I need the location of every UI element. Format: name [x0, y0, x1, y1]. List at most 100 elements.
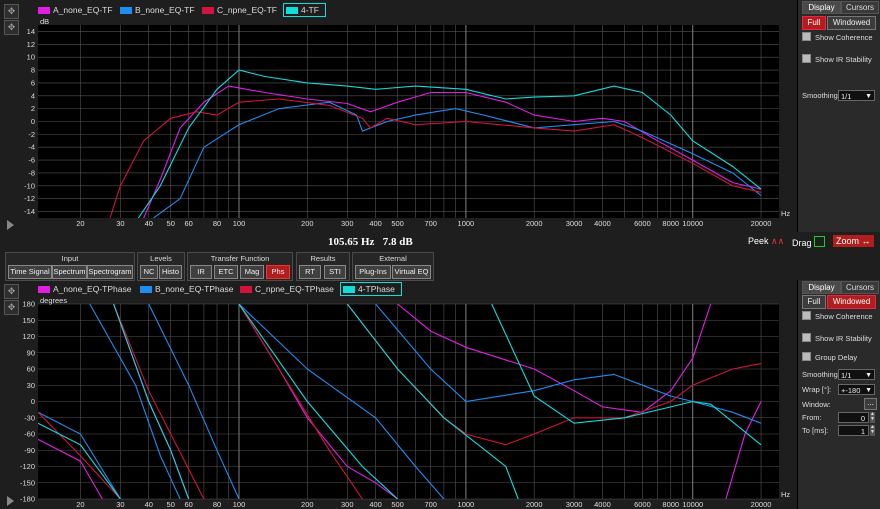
from-input[interactable]: 0 — [838, 412, 869, 423]
windowed-button[interactable]: Windowed — [827, 16, 876, 30]
y-tick-label: -180 — [20, 495, 35, 504]
legend-item[interactable]: A_none_EQ-TPhase — [38, 284, 131, 294]
y-tick-label: -14 — [24, 207, 35, 216]
x-tick-label: 20000 — [751, 219, 772, 228]
virtual-eq-button[interactable]: Virtual EQ — [392, 265, 431, 279]
magnitude-chart[interactable]: 14121086420-2-4-6-8-10-12-1420 30 40 50 60 80… — [0, 16, 797, 232]
histo-button[interactable]: Histo — [159, 265, 182, 279]
peek-toggle[interactable]: Peek ∧∧ — [748, 236, 784, 247]
legend-item[interactable]: B_none_EQ-TF — [120, 5, 195, 15]
legend-item[interactable]: A_none_EQ-TF — [38, 5, 113, 15]
x-tick-label: 400 — [369, 500, 382, 509]
show-ir-stability-checkbox[interactable]: Show IR Stability — [802, 333, 872, 344]
tab-cursors[interactable]: Cursors — [841, 1, 879, 14]
full-button[interactable]: Full — [802, 295, 826, 309]
x-tick-label: 500 — [391, 219, 404, 228]
y-axis-label: degrees — [40, 296, 67, 305]
y-tick-label: 150 — [22, 316, 35, 325]
y-tick-label: 0 — [31, 117, 35, 126]
drag-toggle[interactable]: Drag — [792, 236, 826, 248]
from-spinner[interactable]: ▲ ▼ — [870, 412, 875, 423]
x-axis-label: Hz — [781, 209, 790, 218]
y-tick-label: 14 — [27, 27, 35, 36]
smoothing-select[interactable]: 1/1 ▼ — [838, 90, 875, 101]
to-spinner[interactable]: ▲ ▼ — [870, 425, 875, 436]
x-tick-label: 30 — [116, 219, 124, 228]
to-label: To [ms]: — [802, 426, 829, 435]
toolbar-group-levels: Levels NC Histo — [137, 252, 185, 281]
windowed-button[interactable]: Windowed — [827, 295, 876, 309]
legend-item[interactable]: 4-TPhase — [340, 282, 402, 296]
tab-display[interactable]: Display — [802, 281, 841, 294]
x-tick-label: 60 — [185, 500, 193, 509]
phase-chart[interactable]: 1801501209060300-30-60-90-120-150-18020 3… — [0, 295, 797, 509]
x-tick-label: 200 — [301, 500, 314, 509]
zoom-toggle[interactable]: Zoom ↔ — [833, 235, 874, 247]
x-tick-label: 20000 — [751, 500, 772, 509]
sti-button[interactable]: STI — [324, 265, 346, 279]
to-input[interactable]: 1 — [838, 425, 869, 436]
mag-button[interactable]: Mag — [240, 265, 264, 279]
readout-level: 7.8 dB — [382, 236, 413, 248]
y-tick-label: 0 — [31, 397, 35, 406]
window-browse-button[interactable]: ... — [864, 398, 877, 410]
chevron-down-icon: ▼ — [865, 372, 872, 379]
y-tick-label: 6 — [31, 78, 35, 87]
wrap-select[interactable]: +-180 ▼ — [838, 384, 875, 395]
spectrum-button[interactable]: Spectrum — [52, 265, 87, 279]
x-tick-label: 10000 — [682, 219, 703, 228]
y-tick-label: 4 — [31, 91, 35, 100]
x-tick-label: 700 — [424, 219, 437, 228]
x-tick-label: 8000 — [662, 500, 679, 509]
y-tick-label: -4 — [28, 143, 35, 152]
y-tick-label: -30 — [24, 413, 35, 422]
chevron-down-icon: ▼ — [865, 387, 872, 394]
legend-swatch — [286, 7, 298, 14]
x-tick-label: 100 — [233, 500, 246, 509]
legend-item[interactable]: B_none_EQ-TPhase — [140, 284, 233, 294]
nc-button[interactable]: NC — [140, 265, 158, 279]
group-delay-checkbox[interactable]: Group Delay — [802, 352, 857, 363]
rt-button[interactable]: RT — [299, 265, 321, 279]
legend-swatch — [202, 7, 214, 14]
legend-item[interactable]: C_npne_EQ-TF — [202, 5, 277, 15]
window-label: Window: — [802, 400, 831, 409]
plugins-button[interactable]: Plug-Ins — [355, 265, 391, 279]
wrap-label: Wrap [°]: — [802, 385, 832, 394]
y-tick-label: 120 — [22, 332, 35, 341]
y-tick-label: 30 — [27, 381, 35, 390]
show-coherence-checkbox[interactable]: Show Coherence — [802, 311, 873, 322]
ir-button[interactable]: IR — [190, 265, 212, 279]
y-tick-label: 180 — [22, 300, 35, 309]
smoothing-select[interactable]: 1/1 ▼ — [838, 369, 875, 380]
display-panel-top: Display Cursors Full Windowed Show Coher… — [797, 0, 880, 232]
x-tick-label: 50 — [167, 500, 175, 509]
spectrogram-button[interactable]: Spectrogram — [87, 265, 133, 279]
legend-swatch — [140, 286, 152, 293]
x-tick-label: 6000 — [634, 219, 651, 228]
time-signal-button[interactable]: Time Signal — [8, 265, 52, 279]
phs-button[interactable]: Phs — [266, 265, 290, 279]
tab-display[interactable]: Display — [802, 1, 841, 14]
show-ir-stability-checkbox[interactable]: Show IR Stability — [802, 54, 872, 65]
cursor-readout: 105.65 Hz 7.8 dB — [328, 236, 413, 248]
zoom-arrows-icon: ↔ — [861, 236, 871, 246]
x-tick-label: 60 — [185, 219, 193, 228]
etc-button[interactable]: ETC — [214, 265, 238, 279]
tab-cursors[interactable]: Cursors — [841, 281, 879, 294]
y-axis-label: dB — [40, 17, 49, 26]
legend-item[interactable]: 4-TF — [283, 3, 326, 17]
x-tick-label: 50 — [167, 219, 175, 228]
legend-item[interactable]: C_npne_EQ-TPhase — [240, 284, 334, 294]
y-tick-label: -8 — [28, 168, 35, 177]
x-tick-label: 30 — [116, 500, 124, 509]
x-tick-label: 6000 — [634, 500, 651, 509]
x-axis-label: Hz — [781, 490, 790, 499]
full-button[interactable]: Full — [802, 16, 826, 30]
x-tick-label: 20 — [76, 219, 84, 228]
y-tick-label: 60 — [27, 365, 35, 374]
drag-icon — [814, 236, 826, 247]
x-tick-label: 4000 — [594, 500, 611, 509]
toolbar-group-transfer: Transfer Function IR ETC Mag Phs — [187, 252, 293, 281]
show-coherence-checkbox[interactable]: Show Coherence — [802, 32, 873, 43]
